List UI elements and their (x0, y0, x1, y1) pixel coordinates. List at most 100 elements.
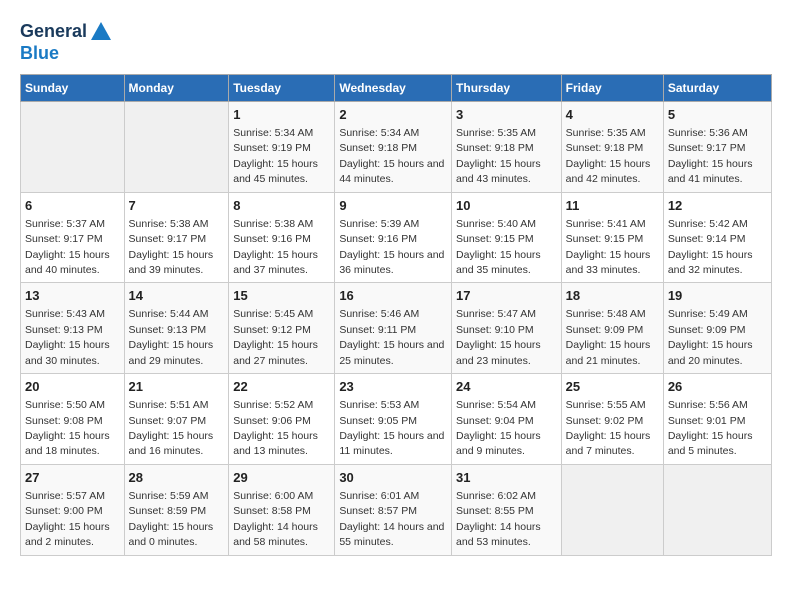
calendar-cell: 17Sunrise: 5:47 AMSunset: 9:10 PMDayligh… (452, 283, 562, 374)
sunrise-text: Sunrise: 6:01 AM (339, 490, 419, 502)
sunset-text: Sunset: 9:17 PM (668, 142, 746, 154)
calendar-week-5: 27Sunrise: 5:57 AMSunset: 9:00 PMDayligh… (21, 464, 772, 555)
sunset-text: Sunset: 8:55 PM (456, 505, 534, 517)
daylight-text: Daylight: 15 hours and 29 minutes. (129, 339, 214, 366)
calendar-table: SundayMondayTuesdayWednesdayThursdayFrid… (20, 74, 772, 556)
day-number: 4 (566, 106, 659, 124)
day-number: 12 (668, 197, 767, 215)
sunrise-text: Sunrise: 5:48 AM (566, 308, 646, 320)
daylight-text: Daylight: 14 hours and 53 minutes. (456, 521, 541, 548)
daylight-text: Daylight: 15 hours and 33 minutes. (566, 249, 651, 276)
day-number: 18 (566, 287, 659, 305)
sunrise-text: Sunrise: 5:46 AM (339, 308, 419, 320)
sunset-text: Sunset: 8:57 PM (339, 505, 417, 517)
calendar-cell: 8 Sunrise: 5:38 AM Sunset: 9:16 PM Daylight… (229, 192, 335, 283)
sunset-text: Sunset: 9:16 PM (339, 233, 417, 245)
calendar-cell (561, 464, 663, 555)
calendar-cell: 7Sunrise: 5:38 AMSunset: 9:17 PMDaylight… (124, 192, 229, 283)
calendar-cell: 3Sunrise: 5:35 AMSunset: 9:18 PMDaylight… (452, 101, 562, 192)
daylight-text: Daylight: 15 hours and 5 minutes. (668, 430, 753, 457)
day-number: 17 (456, 287, 557, 305)
header-day-saturday: Saturday (663, 74, 771, 101)
sunrise-text: Sunrise: 5:50 AM (25, 399, 105, 411)
day-number: 10 (456, 197, 557, 215)
header-day-sunday: Sunday (21, 74, 125, 101)
sunset-text: Sunset: 9:13 PM (25, 324, 103, 336)
sunset-text: Sunset: 9:05 PM (339, 415, 417, 427)
daylight-text: Daylight: 15 hours and 43 minutes. (456, 158, 541, 185)
daylight-text: Daylight: 14 hours and 55 minutes. (339, 521, 444, 548)
sunset-text: Sunset: 9:08 PM (25, 415, 103, 427)
daylight-text: Daylight: 15 hours and 2 minutes. (25, 521, 110, 548)
day-number: 23 (339, 378, 447, 396)
day-number: 5 (668, 106, 767, 124)
daylight-text: Daylight: 15 hours and 39 minutes. (129, 249, 214, 276)
sunrise-text: Sunrise: 5:34 AM (339, 127, 419, 139)
sunrise-text: Sunrise: 5:35 AM (566, 127, 646, 139)
logo-text: General Blue (20, 20, 113, 64)
sunrise-text: Sunrise: 6:02 AM (456, 490, 536, 502)
day-number: 21 (129, 378, 225, 396)
calendar-cell: 27Sunrise: 5:57 AMSunset: 9:00 PMDayligh… (21, 464, 125, 555)
calendar-cell: 25Sunrise: 5:55 AMSunset: 9:02 PMDayligh… (561, 374, 663, 465)
day-number: 8 (233, 197, 330, 215)
header-row: SundayMondayTuesdayWednesdayThursdayFrid… (21, 74, 772, 101)
sunset-text: Sunset: 9:18 PM (566, 142, 644, 154)
sunrise-text: Sunrise: 5:54 AM (456, 399, 536, 411)
calendar-cell: 29Sunrise: 6:00 AMSunset: 8:58 PMDayligh… (229, 464, 335, 555)
sunset-text: Sunset: 9:12 PM (233, 324, 311, 336)
sunrise-text: Sunrise: 5:47 AM (456, 308, 536, 320)
sunset-text: Sunset: 9:09 PM (566, 324, 644, 336)
calendar-cell: 12Sunrise: 5:42 AMSunset: 9:14 PMDayligh… (663, 192, 771, 283)
sunrise-text: Sunrise: 5:39 AM (339, 218, 419, 230)
sunrise-text: Sunrise: 5:36 AM (668, 127, 748, 139)
calendar-cell: 9Sunrise: 5:39 AMSunset: 9:16 PMDaylight… (335, 192, 452, 283)
header-day-friday: Friday (561, 74, 663, 101)
header-day-thursday: Thursday (452, 74, 562, 101)
header-day-tuesday: Tuesday (229, 74, 335, 101)
daylight-text: Daylight: 15 hours and 37 minutes. (233, 249, 318, 276)
calendar-cell: 20Sunrise: 5:50 AMSunset: 9:08 PMDayligh… (21, 374, 125, 465)
logo: General Blue (20, 20, 113, 64)
sunset-text: Sunset: 9:17 PM (25, 233, 103, 245)
sunrise-text: Sunrise: 6:00 AM (233, 490, 313, 502)
calendar-cell: 31Sunrise: 6:02 AMSunset: 8:55 PMDayligh… (452, 464, 562, 555)
day-number: 27 (25, 469, 120, 487)
calendar-body: 1Sunrise: 5:34 AMSunset: 9:19 PMDaylight… (21, 101, 772, 555)
sunset-text: Sunset: 9:13 PM (129, 324, 207, 336)
calendar-cell: 6Sunrise: 5:37 AMSunset: 9:17 PMDaylight… (21, 192, 125, 283)
sunrise-text: Sunrise: 5:57 AM (25, 490, 105, 502)
sunrise-text: Sunrise: 5:49 AM (668, 308, 748, 320)
calendar-week-3: 13Sunrise: 5:43 AMSunset: 9:13 PMDayligh… (21, 283, 772, 374)
sunrise-text: Sunrise: 5:34 AM (233, 127, 313, 139)
daylight-text: Daylight: 15 hours and 42 minutes. (566, 158, 651, 185)
day-number: 22 (233, 378, 330, 396)
sunrise-text: Sunrise: 5:56 AM (668, 399, 748, 411)
calendar-cell: 5Sunrise: 5:36 AMSunset: 9:17 PMDaylight… (663, 101, 771, 192)
calendar-cell: 11Sunrise: 5:41 AMSunset: 9:15 PMDayligh… (561, 192, 663, 283)
calendar-cell: 4 Sunrise: 5:35 AM Sunset: 9:18 PM Daylight… (561, 101, 663, 192)
day-number: 1 (233, 106, 330, 124)
sunrise-text: Sunrise: 5:42 AM (668, 218, 748, 230)
sunrise-text: Sunrise: 5:45 AM (233, 308, 313, 320)
sunset-text: Sunset: 9:16 PM (233, 233, 311, 245)
daylight-text: Daylight: 15 hours and 20 minutes. (668, 339, 753, 366)
daylight-text: Daylight: 15 hours and 11 minutes. (339, 430, 444, 457)
day-number: 28 (129, 469, 225, 487)
daylight-text: Daylight: 15 hours and 27 minutes. (233, 339, 318, 366)
logo-icon (89, 20, 113, 44)
sunset-text: Sunset: 8:58 PM (233, 505, 311, 517)
daylight-text: Daylight: 15 hours and 16 minutes. (129, 430, 214, 457)
sunset-text: Sunset: 9:18 PM (339, 142, 417, 154)
calendar-cell: 14Sunrise: 5:44 AMSunset: 9:13 PMDayligh… (124, 283, 229, 374)
sunset-text: Sunset: 9:15 PM (566, 233, 644, 245)
daylight-text: Daylight: 15 hours and 44 minutes. (339, 158, 444, 185)
calendar-cell: 21Sunrise: 5:51 AMSunset: 9:07 PMDayligh… (124, 374, 229, 465)
daylight-text: Daylight: 15 hours and 0 minutes. (129, 521, 214, 548)
calendar-cell: 23Sunrise: 5:53 AMSunset: 9:05 PMDayligh… (335, 374, 452, 465)
sunrise-text: Sunrise: 5:38 AM (233, 218, 313, 230)
sunset-text: Sunset: 9:06 PM (233, 415, 311, 427)
day-number: 16 (339, 287, 447, 305)
calendar-cell: 10Sunrise: 5:40 AMSunset: 9:15 PMDayligh… (452, 192, 562, 283)
sunrise-text: Sunrise: 5:52 AM (233, 399, 313, 411)
